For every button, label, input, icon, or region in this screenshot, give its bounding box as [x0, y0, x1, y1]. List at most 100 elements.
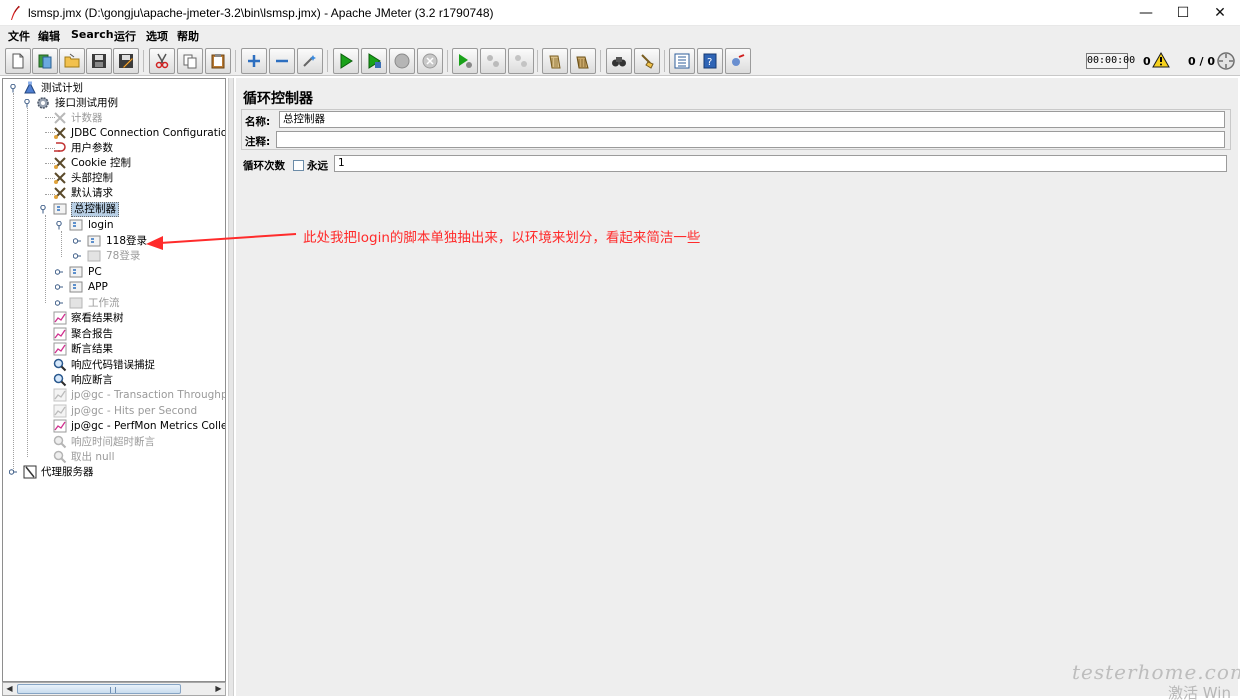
copy-button[interactable] — [177, 48, 203, 74]
function-helper-button[interactable] — [669, 48, 695, 74]
annotation-text: 此处我把login的脚本单独抽出来，以环境来划分，看起来简洁一些 — [303, 230, 701, 246]
tree-node-pc[interactable]: PC — [53, 265, 104, 280]
toolbar-separator — [600, 50, 601, 72]
tree-node-user-parameters[interactable]: 用户参数 — [53, 141, 115, 156]
expand-all-button[interactable] — [241, 48, 267, 74]
collapse-toggle-icon[interactable] — [73, 238, 81, 244]
tree-node-hits-per-second[interactable]: jp@gc - Hits per Second — [53, 404, 199, 419]
name-field[interactable]: 总控制器 — [279, 111, 1225, 128]
paste-button[interactable] — [205, 48, 231, 74]
tree-node-aggregate-report[interactable]: 聚合报告 — [53, 327, 115, 342]
ssl-manager-button[interactable] — [725, 48, 751, 74]
maximize-button[interactable]: ☐ — [1165, 0, 1201, 26]
config-scissors-icon — [54, 127, 66, 139]
collapse-all-button[interactable] — [269, 48, 295, 74]
tree-node-label: APP — [88, 281, 108, 293]
tree-node-main-controller[interactable]: 总控制器 — [37, 202, 119, 217]
clear-all-button[interactable] — [570, 48, 596, 74]
tree-horizontal-scrollbar[interactable]: ◀ ▶ — [2, 682, 226, 696]
help-button[interactable]: ? — [697, 48, 723, 74]
tree-connector — [27, 108, 28, 457]
search-button[interactable] — [606, 48, 632, 74]
loop-count-field[interactable]: 1 — [334, 155, 1227, 172]
remote-start-all-button[interactable] — [452, 48, 478, 74]
assertion-magnifier-icon — [53, 358, 67, 372]
expand-toggle-icon[interactable] — [55, 221, 63, 230]
plus-icon — [248, 55, 260, 67]
save-as-button[interactable] — [113, 48, 139, 74]
forever-checkbox[interactable] — [293, 160, 304, 171]
broom-all-icon — [576, 56, 589, 69]
stop-button[interactable] — [389, 48, 415, 74]
tree-node-label: 测试计划 — [41, 82, 83, 94]
cut-button[interactable] — [149, 48, 175, 74]
tree-node-extract-null[interactable]: 取出 null — [53, 450, 116, 465]
collapse-toggle-icon[interactable] — [55, 300, 63, 306]
start-no-pauses-button[interactable] — [361, 48, 387, 74]
panel-splitter[interactable] — [228, 78, 234, 696]
controller-icon — [87, 235, 101, 247]
tree-node-duration-assertion[interactable]: 响应时间超时断言 — [53, 435, 157, 450]
open-button[interactable] — [59, 48, 85, 74]
tree-node-view-results-tree[interactable]: 察看结果树 — [53, 311, 126, 326]
tree-node-app[interactable]: APP — [53, 280, 110, 295]
tree-node-perfmon-collector[interactable]: jp@gc - PerfMon Metrics Collector — [53, 419, 225, 434]
scroll-right-arrow-icon[interactable]: ▶ — [212, 683, 225, 695]
tree-node-label: 代理服务器 — [41, 466, 94, 478]
tree-node-cookie-manager[interactable]: Cookie 控制 — [53, 156, 133, 171]
tree-node-response-code-catch[interactable]: 响应代码错误捕捉 — [53, 358, 157, 373]
tree-node-label: jp@gc - Transaction Throughput vs — [71, 389, 225, 401]
comment-field[interactable] — [276, 131, 1225, 148]
scrollbar-thumb[interactable] — [17, 684, 181, 694]
tree-node-counter[interactable]: 计数器 — [53, 111, 105, 126]
expand-toggle-icon[interactable] — [23, 99, 31, 108]
save-button[interactable] — [86, 48, 112, 74]
collapse-toggle-icon[interactable] — [55, 269, 63, 275]
menu-search[interactable]: Search — [71, 28, 114, 41]
scroll-left-arrow-icon[interactable]: ◀ — [3, 683, 16, 695]
menu-edit[interactable]: 编辑 — [38, 28, 60, 44]
remote-stop-all-button[interactable] — [480, 48, 506, 74]
tree-node-default-request[interactable]: 默认请求 — [53, 186, 115, 201]
shutdown-button[interactable] — [417, 48, 443, 74]
expand-toggle-icon[interactable] — [9, 84, 17, 93]
warning-icon[interactable] — [1152, 52, 1170, 68]
play-no-pause-icon — [368, 53, 381, 69]
collapse-toggle-icon[interactable] — [55, 284, 63, 290]
menu-file[interactable]: 文件 — [8, 28, 30, 44]
tree-node-workbench-proxy[interactable]: 代理服务器 — [7, 465, 96, 480]
minimize-button[interactable]: — — [1128, 0, 1164, 26]
reset-search-button[interactable] — [634, 48, 660, 74]
tree-node-header-manager[interactable]: 头部控制 — [53, 171, 115, 186]
tree-node-login[interactable]: login — [53, 218, 116, 233]
tree-node-test-plan[interactable]: 测试计划 — [7, 81, 85, 96]
tree-node-login-118[interactable]: 118登录 — [71, 234, 149, 249]
tree-node-jdbc-config[interactable]: JDBC Connection Configuration — [53, 126, 225, 141]
collapse-toggle-icon[interactable] — [73, 253, 81, 259]
collapse-toggle-icon[interactable] — [9, 469, 17, 475]
menu-run[interactable]: 运行 — [114, 28, 136, 44]
close-button[interactable]: ✕ — [1202, 0, 1238, 26]
tree-node-workflow[interactable]: 工作流 — [53, 296, 122, 311]
listener-graph-icon — [53, 419, 67, 433]
tree-node-transaction-throughput[interactable]: jp@gc - Transaction Throughput vs — [53, 388, 225, 403]
clear-button[interactable] — [542, 48, 568, 74]
menu-help[interactable]: 帮助 — [177, 28, 199, 44]
remote-shutdown-all-button[interactable] — [508, 48, 534, 74]
menu-options[interactable]: 选项 — [146, 28, 168, 44]
expand-toggle-icon[interactable] — [39, 205, 47, 214]
templates-button[interactable] — [32, 48, 58, 74]
new-button[interactable] — [5, 48, 31, 74]
controller-icon — [69, 219, 83, 231]
test-plan-tree[interactable]: 测试计划 接口测试用例 计数器 JDBC Connection Configur… — [2, 78, 226, 682]
tree-node-response-assertion[interactable]: 响应断言 — [53, 373, 115, 388]
assertion-magnifier-icon — [53, 373, 67, 387]
tree-node-assertion-results[interactable]: 断言结果 — [53, 342, 115, 357]
tree-node-thread-group[interactable]: 接口测试用例 — [21, 96, 120, 111]
tree-node-label: 78登录 — [106, 250, 141, 262]
listener-graph-icon — [53, 404, 67, 418]
toggle-button[interactable] — [297, 48, 323, 74]
tree-node-login-78[interactable]: 78登录 — [71, 249, 142, 264]
thread-group-gear-icon — [37, 97, 49, 109]
start-button[interactable] — [333, 48, 359, 74]
